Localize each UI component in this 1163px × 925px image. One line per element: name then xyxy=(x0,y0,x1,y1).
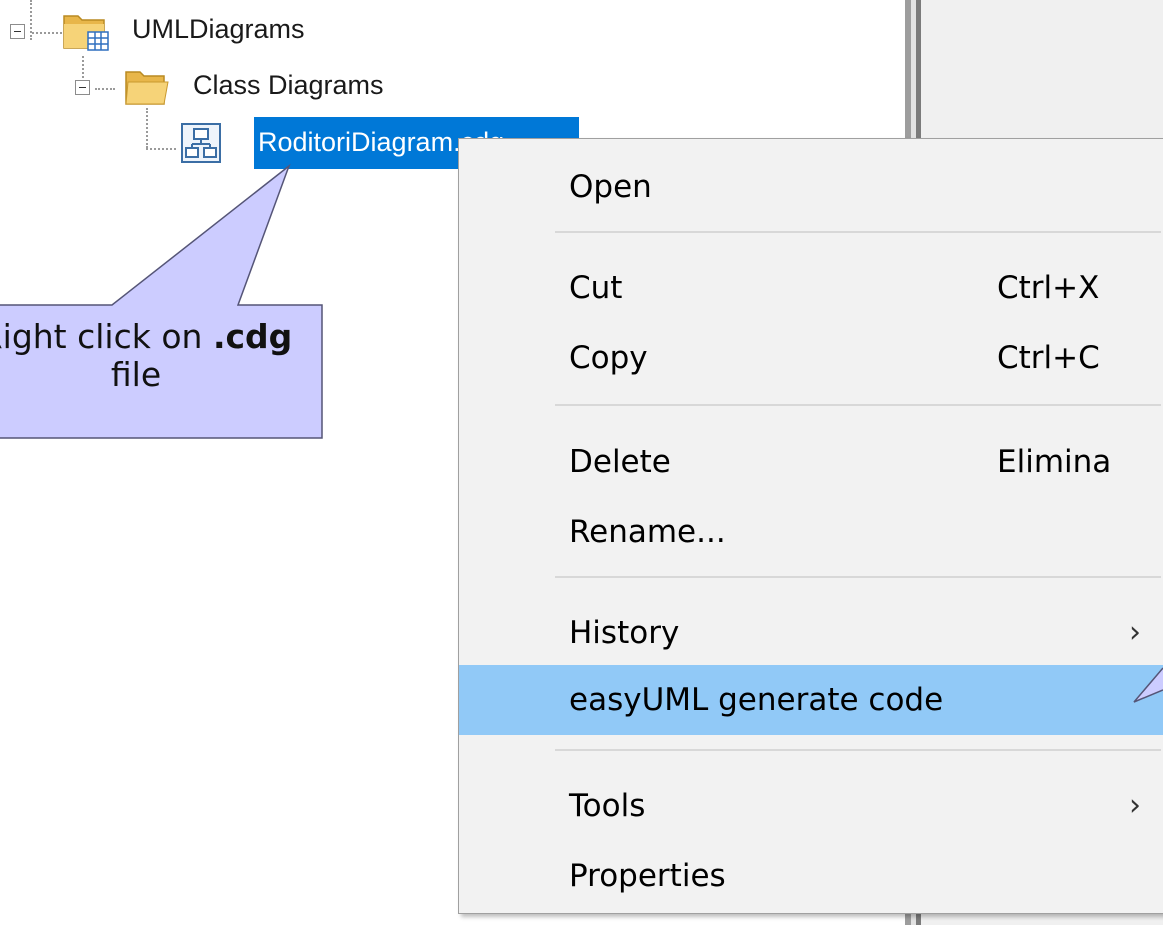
menu-item-properties[interactable]: Properties xyxy=(459,845,1163,907)
chevron-right-icon: › xyxy=(1129,615,1141,650)
menu-item-rename[interactable]: Rename... xyxy=(459,501,1163,563)
callout-text-pre: Right click on xyxy=(0,317,213,356)
menu-item-tools[interactable]: Tools › xyxy=(459,775,1163,837)
callout-text-bold: .cdg xyxy=(212,317,293,356)
menu-item-history-label: History xyxy=(569,615,680,651)
menu-separator xyxy=(555,576,1161,578)
menu-separator xyxy=(555,404,1161,406)
menu-item-properties-label: Properties xyxy=(569,858,726,894)
menu-item-delete[interactable]: Delete Elimina xyxy=(459,431,1163,493)
menu-separator xyxy=(555,231,1161,233)
menu-item-tools-label: Tools xyxy=(569,788,646,824)
context-menu: Open Cut Ctrl+X Copy Ctrl+C Delete Elimi… xyxy=(458,138,1163,914)
menu-item-delete-shortcut: Elimina xyxy=(997,444,1112,480)
menu-item-open[interactable]: Open xyxy=(459,156,1163,218)
menu-item-cut-label: Cut xyxy=(569,270,623,306)
callout-text-post: file xyxy=(110,355,162,394)
menu-item-easyuml-generate-code[interactable]: easyUML generate code xyxy=(459,665,1163,735)
menu-item-history[interactable]: History › xyxy=(459,602,1163,664)
menu-item-cut-shortcut: Ctrl+X xyxy=(997,270,1100,306)
menu-separator xyxy=(555,749,1161,751)
callout-text: Right click on .cdg file xyxy=(0,318,322,394)
menu-item-delete-label: Delete xyxy=(569,444,671,480)
menu-item-copy[interactable]: Copy Ctrl+C xyxy=(459,327,1163,389)
callout-pointer-right xyxy=(1133,667,1163,703)
menu-item-easyuml-label: easyUML generate code xyxy=(569,682,944,718)
menu-item-rename-label: Rename... xyxy=(569,514,726,550)
menu-item-cut[interactable]: Cut Ctrl+X xyxy=(459,257,1163,319)
menu-item-open-label: Open xyxy=(569,169,652,205)
menu-item-copy-shortcut: Ctrl+C xyxy=(997,340,1100,376)
chevron-right-icon: › xyxy=(1129,788,1141,823)
menu-item-copy-label: Copy xyxy=(569,340,648,376)
